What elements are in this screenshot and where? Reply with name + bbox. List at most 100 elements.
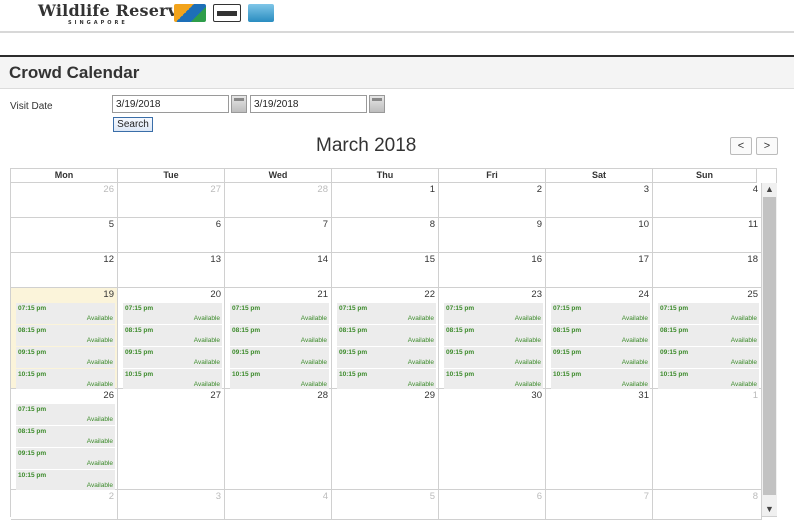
time-slot[interactable]: 09:15 pm Available	[551, 347, 650, 368]
time-slot[interactable]: 08:15 pm Available	[123, 325, 222, 346]
time-slot[interactable]: 10:15 pm Available	[444, 369, 543, 390]
calendar-day-cell[interactable]: 4	[225, 490, 332, 519]
calendar-day-cell[interactable]: 23 07:15 pm Available 08:15 pm Available 09:1…	[439, 288, 546, 390]
time-slot[interactable]: 08:15 pm Available	[658, 325, 759, 346]
calendar-day-cell[interactable]: 28	[225, 389, 332, 489]
time-slot[interactable]: 07:15 pm Available	[658, 303, 759, 324]
time-slot[interactable]: 09:15 pm Available	[123, 347, 222, 368]
calendar-day-cell[interactable]: 8	[332, 218, 439, 252]
calendar-day-cell[interactable]: 2	[11, 490, 118, 519]
calendar-scrollbar[interactable]: ▲ ▼	[762, 183, 777, 516]
scroll-down-icon[interactable]: ▼	[762, 503, 777, 516]
time-slot[interactable]: 07:15 pm Available	[230, 303, 329, 324]
time-slot[interactable]: 10:15 pm Available	[16, 470, 115, 491]
calendar-day-cell[interactable]: 5	[11, 218, 118, 252]
calendar-day-cell[interactable]: 27	[118, 389, 225, 489]
calendar-day-cell[interactable]: 19 07:15 pm Available 08:15 pm Available 09:1…	[11, 288, 118, 390]
calendar-day-cell[interactable]: 31	[546, 389, 653, 489]
calendar-day-cell[interactable]: 3	[118, 490, 225, 519]
calendar-day-cell[interactable]: 7	[546, 490, 653, 519]
calendar-day-cell[interactable]: 11	[653, 218, 762, 252]
calendar-day-cell[interactable]: 5	[332, 490, 439, 519]
calendar-day-cell[interactable]: 14	[225, 253, 332, 287]
time-slot[interactable]: 10:15 pm Available	[230, 369, 329, 390]
time-slot[interactable]: 09:15 pm Available	[444, 347, 543, 368]
calendar-day-cell[interactable]: 3	[546, 183, 653, 217]
time-slot[interactable]: 07:15 pm Available	[444, 303, 543, 324]
prev-month-button[interactable]: <	[730, 137, 752, 155]
calendar-day-cell[interactable]: 24 07:15 pm Available 08:15 pm Available 09:1…	[546, 288, 653, 390]
calendar-day-cell[interactable]: 18	[653, 253, 762, 287]
scrollbar-thumb[interactable]	[763, 197, 776, 495]
time-slot[interactable]: 08:15 pm Available	[337, 325, 436, 346]
next-month-button[interactable]: >	[756, 137, 778, 155]
park-logo-3[interactable]	[248, 4, 274, 22]
time-slot[interactable]: 09:15 pm Available	[230, 347, 329, 368]
time-slot[interactable]: 08:15 pm Available	[551, 325, 650, 346]
time-slot[interactable]: 07:15 pm Available	[337, 303, 436, 324]
time-slot[interactable]: 10:15 pm Available	[337, 369, 436, 390]
park-logo-4[interactable]	[281, 4, 311, 22]
calendar-week-row: 2 3 4 5 6 7 8	[11, 490, 762, 520]
calendar-day-cell[interactable]: 6	[118, 218, 225, 252]
calendar-day-cell[interactable]: 25 07:15 pm Available 08:15 pm Available 09:1…	[653, 288, 762, 390]
day-number: 12	[103, 254, 114, 265]
slot-time: 08:15 pm	[18, 327, 47, 334]
slot-status: Available	[86, 315, 113, 322]
calendar-day-cell[interactable]: 13	[118, 253, 225, 287]
slot-status: Available	[730, 337, 757, 344]
scroll-up-icon[interactable]: ▲	[762, 183, 777, 196]
calendar-day-cell[interactable]: 12	[11, 253, 118, 287]
time-slot[interactable]: 10:15 pm Available	[16, 369, 115, 390]
calendar-day-cell[interactable]: 6	[439, 490, 546, 519]
calendar-day-cell[interactable]: 21 07:15 pm Available 08:15 pm Available 09:1…	[225, 288, 332, 390]
calendar-day-cell[interactable]: 27	[118, 183, 225, 217]
calendar-day-cell[interactable]: 9	[439, 218, 546, 252]
park-logo-2[interactable]	[213, 4, 241, 22]
weekday-header: Sun	[653, 169, 757, 183]
calendar-day-cell[interactable]: 1	[653, 389, 762, 489]
time-slot[interactable]: 07:15 pm Available	[551, 303, 650, 324]
time-slot[interactable]: 09:15 pm Available	[658, 347, 759, 368]
calendar-day-cell[interactable]: 7	[225, 218, 332, 252]
time-slot[interactable]: 08:15 pm Available	[16, 325, 115, 346]
time-slot[interactable]: 10:15 pm Available	[123, 369, 222, 390]
day-number: 20	[210, 289, 221, 300]
calendar-day-cell[interactable]: 4	[653, 183, 762, 217]
calendar-day-cell[interactable]: 8	[653, 490, 762, 519]
calendar-day-cell[interactable]: 1	[332, 183, 439, 217]
time-slot[interactable]: 07:15 pm Available	[16, 303, 115, 324]
time-slot[interactable]: 09:15 pm Available	[16, 448, 115, 469]
time-slot[interactable]: 10:15 pm Available	[551, 369, 650, 390]
time-slot[interactable]: 08:15 pm Available	[444, 325, 543, 346]
calendar-day-cell[interactable]: 26	[11, 183, 118, 217]
calendar-day-cell[interactable]: 15	[332, 253, 439, 287]
calendar-day-cell[interactable]: 20 07:15 pm Available 08:15 pm Available 09:1…	[118, 288, 225, 390]
slot-status: Available	[300, 315, 327, 322]
calendar-day-cell[interactable]: 17	[546, 253, 653, 287]
time-slot[interactable]: 08:15 pm Available	[230, 325, 329, 346]
calendar-day-cell[interactable]: 30	[439, 389, 546, 489]
visit-date-from-input[interactable]	[112, 95, 229, 113]
calendar-day-cell[interactable]: 29	[332, 389, 439, 489]
search-button[interactable]: Search	[113, 117, 153, 132]
time-slot[interactable]: 07:15 pm Available	[123, 303, 222, 324]
calendar-day-cell[interactable]: 2	[439, 183, 546, 217]
time-slot[interactable]: 09:15 pm Available	[337, 347, 436, 368]
date-from-calendar-icon[interactable]	[231, 95, 247, 113]
visit-date-to-input[interactable]	[250, 95, 367, 113]
time-slot[interactable]: 09:15 pm Available	[16, 347, 115, 368]
date-to-calendar-icon[interactable]	[369, 95, 385, 113]
time-slot[interactable]: 07:15 pm Available	[16, 404, 115, 425]
time-slot[interactable]: 08:15 pm Available	[16, 426, 115, 447]
park-logo-1[interactable]	[174, 4, 206, 22]
calendar-day-cell[interactable]: 28	[225, 183, 332, 217]
calendar-day-cell[interactable]: 16	[439, 253, 546, 287]
brand-logo[interactable]: Wildlife Reserves SINGAPORE	[38, 2, 197, 27]
slot-status: Available	[300, 359, 327, 366]
calendar-day-cell[interactable]: 26 07:15 pm Available 08:15 pm Available 09:1…	[11, 389, 118, 491]
time-slot[interactable]: 10:15 pm Available	[658, 369, 759, 390]
calendar-day-cell[interactable]: 10	[546, 218, 653, 252]
calendar-day-cell[interactable]: 22 07:15 pm Available 08:15 pm Available 09:1…	[332, 288, 439, 390]
slot-time: 08:15 pm	[232, 327, 261, 334]
